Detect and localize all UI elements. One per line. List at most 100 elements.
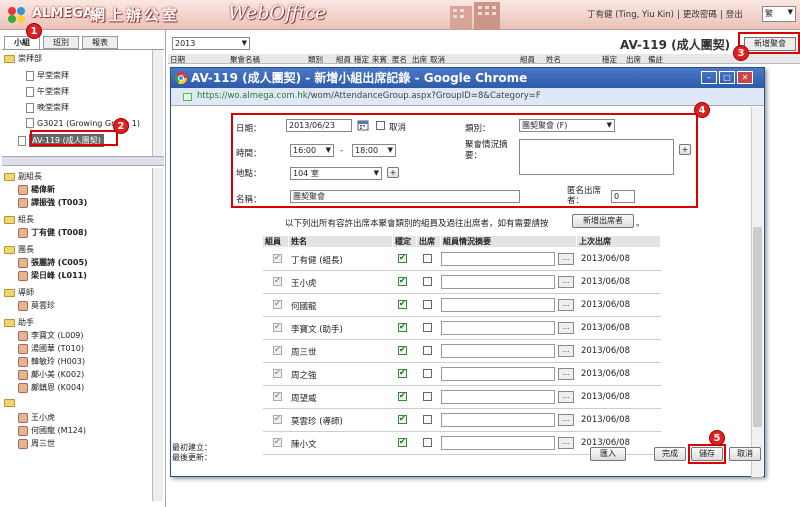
member-item[interactable]: 丁有健 (T008) [18, 227, 87, 238]
tab-report[interactable]: 報表 [82, 36, 118, 49]
instruction-sentence: 以下列出所有容許出席本聚會類別的組員及過往出席者，如有需要請按 [285, 219, 549, 229]
summary-input[interactable] [441, 367, 555, 381]
summary-more-button[interactable]: ... [558, 253, 574, 265]
member-item[interactable]: 鄺鎮恩 (K004) [18, 382, 84, 393]
calendar-icon[interactable] [357, 119, 369, 131]
summary-input[interactable] [441, 275, 555, 289]
column-header: 來賓 [372, 55, 387, 64]
attend-checkbox[interactable] [423, 369, 432, 378]
place-add-button[interactable]: + [387, 167, 399, 178]
anon-value: 0 [614, 192, 620, 201]
attend-checkbox[interactable] [423, 277, 432, 286]
attend-checkbox[interactable] [423, 392, 432, 401]
done-button[interactable]: 完成 [654, 447, 686, 461]
anon-input[interactable]: 0 [611, 190, 635, 203]
stable-checkbox[interactable] [398, 437, 407, 447]
time-from-select[interactable]: 16:00 [290, 144, 334, 157]
attend-checkbox[interactable] [423, 346, 432, 355]
cancel-checkbox[interactable] [376, 121, 385, 130]
row-name: 陳小文 [291, 440, 317, 450]
close-icon[interactable]: ✕ [737, 71, 753, 84]
place-value: 104 室 [293, 169, 319, 178]
member-item[interactable]: 楊偉新 [18, 184, 55, 195]
member-group[interactable]: 助手 [4, 317, 34, 328]
summary-input[interactable] [441, 436, 555, 450]
summary-input[interactable] [441, 413, 555, 427]
stable-checkbox[interactable] [398, 368, 407, 378]
dialog-scrollbar[interactable] [751, 107, 763, 477]
change-password-link[interactable]: 更改密碼 [680, 10, 720, 20]
maximize-icon[interactable]: □ [719, 71, 735, 84]
language-select[interactable]: 繁 [762, 6, 796, 22]
member-group[interactable]: 團長 [4, 244, 34, 255]
member-item[interactable]: 王小虎 [18, 412, 55, 423]
tree-scrollbar[interactable] [152, 50, 163, 156]
summary-more-button[interactable]: ... [558, 368, 574, 380]
tree-dept[interactable]: 崇拜部 [4, 53, 42, 64]
tree-item-label: 午堂崇拜 [37, 87, 69, 96]
summary-more-button[interactable]: ... [558, 299, 574, 311]
stable-checkbox[interactable] [398, 322, 407, 332]
time-to-select[interactable]: 18:00 [352, 144, 396, 157]
stable-checkbox[interactable] [398, 345, 407, 355]
summary-input[interactable] [441, 390, 555, 404]
stable-checkbox[interactable] [398, 276, 407, 286]
add-attendee-button[interactable]: 新增出席者 [572, 214, 634, 228]
minimize-icon[interactable]: – [701, 71, 717, 84]
summary-input[interactable] [441, 321, 555, 335]
import-button[interactable]: 匯入 [590, 447, 626, 461]
member-item[interactable]: 韓敏玲 (H003) [18, 356, 85, 367]
stable-checkbox[interactable] [398, 253, 407, 263]
member-item[interactable]: 湯國華 (T010) [18, 343, 84, 354]
attend-checkbox[interactable] [423, 415, 432, 424]
member-scrollbar[interactable] [152, 168, 163, 501]
attend-checkbox[interactable] [423, 323, 432, 332]
summary-more-button[interactable]: ... [558, 437, 574, 449]
name-input[interactable]: 團契聚會 [290, 190, 520, 203]
member-item[interactable]: 莫雲珍 [18, 300, 55, 311]
summary-more-button[interactable]: ... [558, 276, 574, 288]
summary-input[interactable] [441, 344, 555, 358]
summary-more-button[interactable]: ... [558, 414, 574, 426]
member-item[interactable]: 何國龍 (M124) [18, 425, 86, 436]
summary-textarea[interactable] [519, 139, 674, 175]
attend-checkbox[interactable] [423, 254, 432, 263]
person-icon [18, 197, 28, 208]
stable-checkbox[interactable] [398, 299, 407, 309]
year-select[interactable]: 2013 [172, 37, 250, 50]
member-item[interactable]: 周三世 [18, 438, 55, 449]
member-item[interactable]: 譚振強 (T003) [18, 197, 87, 208]
name-value: 團契聚會 [293, 192, 325, 201]
member-group[interactable]: 副組長 [4, 171, 42, 182]
attend-checkbox[interactable] [423, 438, 432, 447]
stable-checkbox[interactable] [398, 391, 407, 401]
date-input[interactable]: 2013/06/23 [286, 119, 352, 132]
summary-input[interactable] [441, 252, 555, 266]
scroll-thumb[interactable] [753, 227, 762, 427]
member-group[interactable]: 導師 [4, 287, 34, 298]
tree-item[interactable]: 午堂崇拜 [26, 86, 69, 97]
member-item[interactable]: 張麗詩 (C005) [18, 257, 88, 268]
member-item[interactable]: 李寶文 (L009) [18, 330, 84, 341]
summary-more-button[interactable]: ... [558, 345, 574, 357]
panel-divider[interactable] [2, 156, 164, 166]
tab-class[interactable]: 班別 [43, 36, 79, 49]
member-item[interactable]: 梁日峰 (L011) [18, 270, 87, 281]
summary-more-button[interactable]: ... [558, 322, 574, 334]
member-group[interactable] [4, 399, 18, 407]
stable-checkbox[interactable] [398, 414, 407, 424]
type-select[interactable]: 團契聚會 (F) [519, 119, 615, 132]
summary-input[interactable] [441, 298, 555, 312]
callout-1: 1 [26, 23, 42, 39]
member-item[interactable]: 鄺小美 (K002) [18, 369, 84, 380]
logout-link[interactable]: 登出 [723, 10, 746, 20]
summary-more-button[interactable]: ... [558, 391, 574, 403]
summary-add-button[interactable]: + [679, 144, 691, 155]
cancel-button[interactable]: 取消 [729, 447, 761, 461]
tree-item[interactable]: 晚堂崇拜 [26, 102, 69, 113]
attend-checkbox[interactable] [423, 300, 432, 309]
place-select[interactable]: 104 室 [290, 167, 382, 180]
group-title: AV-119 (成人團契) [620, 38, 731, 52]
tree-item[interactable]: 早堂崇拜 [26, 70, 69, 81]
member-group[interactable]: 組長 [4, 214, 34, 225]
